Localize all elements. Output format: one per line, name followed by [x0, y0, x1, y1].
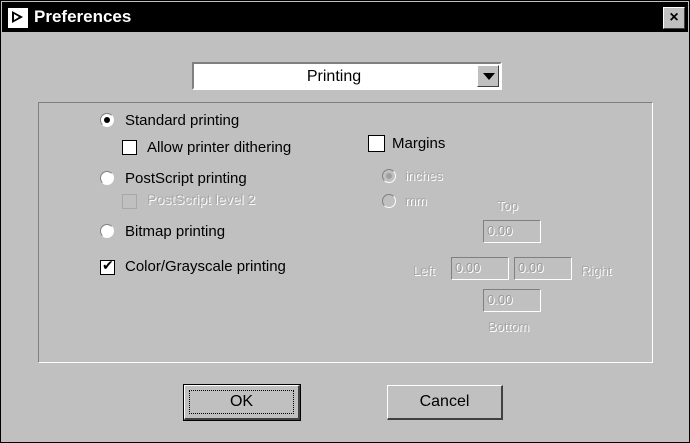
margin-left-label: Left [413, 263, 435, 278]
category-select[interactable]: Printing [192, 62, 502, 90]
standard-printing-label[interactable]: Standard printing [125, 112, 239, 129]
margin-bottom-field: 0.00 [483, 289, 541, 312]
ok-button[interactable]: OK [183, 384, 301, 421]
title-bar: Preferences × [2, 2, 688, 32]
postscript-printing-label[interactable]: PostScript printing [125, 170, 247, 187]
allow-dithering-label[interactable]: Allow printer dithering [147, 139, 291, 156]
margin-right-field: 0.00 [514, 257, 572, 280]
margins-mm-label: mm [405, 193, 427, 208]
margin-top-field: 0.00 [483, 220, 541, 243]
margin-left-field: 0.00 [451, 257, 509, 280]
allow-dithering-checkbox[interactable] [122, 140, 137, 155]
postscript-level2-checkbox [122, 194, 137, 209]
postscript-printing-radio[interactable] [100, 171, 114, 185]
close-icon: × [669, 9, 679, 26]
chevron-down-icon[interactable] [477, 65, 499, 87]
cancel-button[interactable]: Cancel [387, 385, 503, 420]
labview-icon [8, 8, 28, 28]
margins-checkbox[interactable] [368, 135, 385, 152]
focus-rect [189, 390, 294, 414]
margin-bottom-label: Bottom [488, 319, 530, 334]
color-grayscale-label[interactable]: Color/Grayscale printing [125, 258, 286, 275]
margins-inches-label: inches [405, 168, 443, 183]
close-button[interactable]: × [663, 7, 685, 29]
margins-mm-radio [382, 194, 396, 208]
margin-top-label: Top [497, 198, 518, 213]
preferences-dialog: Preferences × Printing Standard printing… [0, 0, 690, 443]
category-select-value: Printing [306, 68, 362, 85]
bitmap-printing-label[interactable]: Bitmap printing [125, 223, 225, 240]
color-grayscale-checkbox[interactable] [100, 258, 115, 275]
bitmap-printing-radio[interactable] [100, 224, 114, 238]
standard-printing-radio[interactable] [100, 113, 114, 127]
postscript-level2-label: PostScript level 2 [147, 191, 256, 207]
window-title: Preferences [34, 7, 132, 26]
margins-label[interactable]: Margins [392, 135, 445, 152]
margin-right-label: Right [581, 263, 612, 278]
cancel-button-label: Cancel [419, 393, 470, 410]
margins-inches-radio [382, 169, 396, 183]
